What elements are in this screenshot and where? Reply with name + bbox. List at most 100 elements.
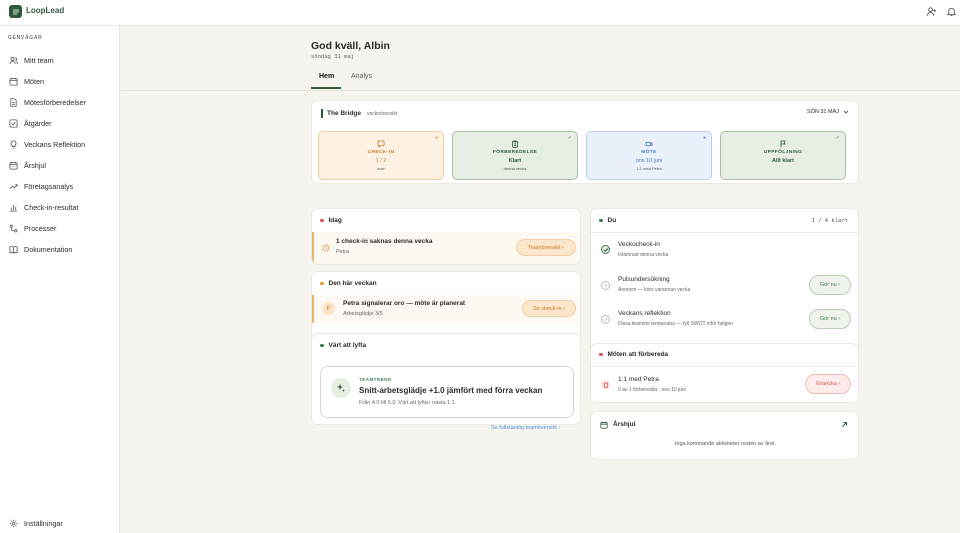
week-card-value: Klart	[508, 158, 522, 164]
sidebar-item-label: Åtgärder	[24, 118, 52, 128]
sidebar-item-label: Veckans Reflektion	[24, 139, 86, 149]
sidebar-item-foretagsanalys[interactable]: Företagsanalys	[9, 179, 115, 193]
chat-icon	[377, 140, 385, 148]
du-item-veckans-reflektion[interactable]: Veckans reflektion Dissa teamets tempera…	[591, 307, 859, 341]
week-subtitle: veckoöversikt	[367, 111, 398, 117]
active-tab-indicator	[311, 87, 341, 89]
du-item-pulsundersokning[interactable]: Pulsundersökning Anonym — körs varannan …	[591, 271, 859, 305]
section-label: Möten att förbereda	[607, 351, 669, 358]
meeting-sub: 0 av 1 förberedda · ons 10 juni	[618, 387, 686, 393]
main-content: God kväll, Albin söndag 31 maj Hem Analy…	[121, 27, 960, 533]
sidebar-item-label: Mitt team	[24, 55, 54, 65]
du-progress: 1 / 4 klart	[811, 218, 848, 224]
du-item-sub: Inlämnad denna vecka	[618, 252, 669, 258]
lightbulb-icon	[9, 139, 24, 149]
alert-sub: Petra	[336, 249, 350, 255]
see-check-in-button[interactable]: Se check-in ›	[522, 300, 576, 317]
alert-sub: Arbetsglädje 3/5	[343, 311, 383, 317]
brand-name[interactable]: LoopLead	[26, 6, 64, 15]
week-card-mote[interactable]: ● MÖTE ons 10 juni 1:1 med Petra	[586, 131, 712, 180]
clock-icon	[322, 244, 330, 252]
do-now-button[interactable]: Gör nu ›	[809, 309, 851, 329]
divider	[591, 232, 858, 233]
review-button[interactable]: Granska ›	[805, 374, 851, 394]
week-card-sub: svar	[377, 166, 385, 171]
alert-title: Petra signalerar oro — möte är planerat	[343, 300, 466, 307]
full-team-overview-link[interactable]: Se fullständig teamöversikt ›	[491, 425, 560, 431]
today-alert-row[interactable]: 1 check-in saknas denna vecka Petra Team…	[312, 232, 580, 264]
week-date-label: SÖN 31 MAJ	[806, 109, 839, 115]
gear-icon	[9, 519, 24, 528]
week-overview-card: The Bridge veckoöversikt SÖN 31 MAJ ● CH…	[311, 100, 859, 184]
sidebar-item-label: Processer	[24, 223, 57, 233]
sidebar-item-label: Möten	[24, 76, 44, 86]
divider	[591, 366, 858, 367]
status-check: ✓	[835, 135, 840, 141]
status-dot	[320, 218, 324, 223]
top-bar: LoopLead	[0, 0, 960, 26]
page-header: God kväll, Albin söndag 31 maj Hem Analy…	[121, 27, 960, 91]
this-week-alert-row[interactable]: P Petra signalerar oro — möte är planera…	[312, 295, 580, 323]
section-title: Idag	[320, 217, 342, 224]
year-wheel-title: Årshjul	[613, 421, 636, 428]
section-title: Du	[599, 217, 616, 224]
tab-analys[interactable]: Analys	[351, 73, 372, 80]
week-card-forberedelse[interactable]: ✓ FÖRBEREDELSE Klart denna vecka	[452, 131, 578, 180]
status-dot	[599, 218, 603, 223]
users-icon	[9, 56, 24, 65]
week-card-value: Allt klart	[771, 158, 794, 164]
current-date: söndag 31 maj	[311, 54, 355, 60]
section-label: Du	[607, 217, 617, 224]
section-title: Den här veckan	[320, 280, 377, 287]
status-dot	[320, 281, 324, 286]
week-card-sub: 1:1 med Petra	[636, 166, 662, 171]
check-pending-icon	[601, 281, 610, 290]
status-dot: ●	[702, 135, 706, 141]
tab-hem[interactable]: Hem	[319, 73, 334, 80]
year-wheel-empty: Inga kommande aktiviteter resten av året…	[674, 441, 777, 447]
bell-icon[interactable]	[946, 6, 957, 17]
section-title: Möten att förbereda	[599, 351, 668, 358]
week-card-title: MÖTE	[641, 150, 657, 155]
du-card: Du 1 / 4 klart Veckocheck-in Inlämnad de…	[590, 208, 859, 363]
week-card-check-in[interactable]: ● CHECK-IN 1 / 2 svar	[318, 131, 444, 180]
check-pending-icon	[601, 315, 610, 324]
sidebar-item-check-in-resultat[interactable]: Check-in-resultat	[9, 200, 115, 214]
du-item-veckocheck-in[interactable]: Veckocheck-in Inlämnad denna vecka	[591, 235, 859, 269]
week-card-uppfoljning[interactable]: ✓ UPPFÖLJNING Allt klart	[720, 131, 846, 180]
page-title: God kväll, Albin	[311, 40, 390, 52]
sparkle-icon	[331, 378, 351, 398]
external-link-icon[interactable]	[841, 421, 848, 428]
sidebar-item-dokumentation[interactable]: Dokumentation	[9, 242, 115, 256]
sidebar-item-moten[interactable]: Möten	[9, 74, 115, 88]
add-user-icon[interactable]	[926, 6, 937, 17]
week-date-select[interactable]: SÖN 31 MAJ	[807, 109, 849, 115]
team-name: The Bridge	[327, 110, 361, 117]
sidebar-item-arshjul[interactable]: Årshjul	[9, 158, 115, 172]
trend-kicker: TEAMTREND	[359, 377, 392, 382]
sidebar-item-installningar[interactable]: Inställningar	[9, 516, 115, 530]
flag-icon	[779, 140, 787, 148]
document-icon	[9, 97, 24, 107]
team-trend-panel[interactable]: TEAMTREND Snitt-arbetsglädje +1.0 jämför…	[320, 366, 574, 418]
sidebar-item-motesforberedelser[interactable]: Mötesförberedelser	[9, 95, 115, 109]
sidebar-item-atgarder[interactable]: Åtgärder	[9, 116, 115, 130]
trend-detail: Från 4.0 till 5.0. Värt att lyfta i näst…	[359, 400, 457, 406]
trend-icon	[9, 182, 24, 191]
week-card-value: ons 10 juni	[635, 158, 663, 164]
sidebar-item-mitt-team[interactable]: Mitt team	[9, 53, 115, 67]
du-item-sub: Anonym — körs varannan vecka	[618, 287, 691, 293]
logo-icon[interactable]	[9, 5, 22, 18]
du-item-title: Veckans reflektion	[618, 310, 671, 317]
meeting-title[interactable]: 1:1 med Petra	[618, 376, 659, 383]
sidebar-item-label: Företagsanalys	[24, 181, 74, 191]
do-now-button[interactable]: Gör nu ›	[809, 275, 851, 295]
avatar: P	[322, 302, 335, 315]
year-wheel-card: Årshjul Inga kommande aktiviteter resten…	[590, 411, 859, 460]
sidebar-item-veckans-reflektion[interactable]: Veckans Reflektion	[9, 137, 115, 151]
bar-chart-icon	[9, 203, 24, 212]
sidebar-heading: GENVÄGAR	[8, 35, 43, 41]
accent-bar	[321, 109, 323, 118]
sidebar-item-processer[interactable]: Processer	[9, 221, 115, 235]
team-overview-button[interactable]: Teamöversikt ›	[516, 239, 576, 256]
